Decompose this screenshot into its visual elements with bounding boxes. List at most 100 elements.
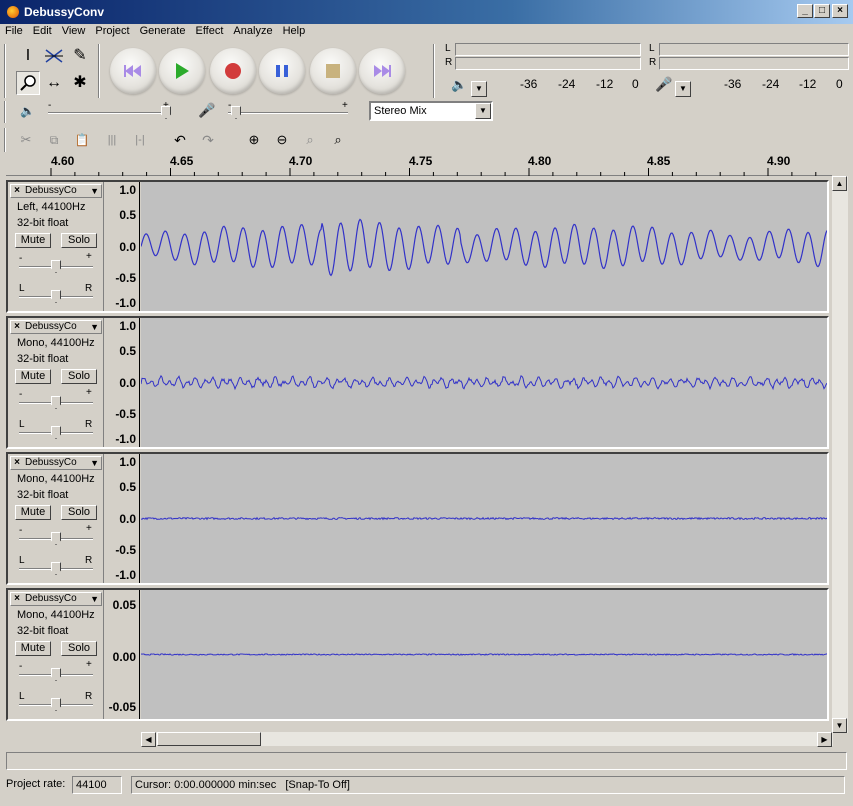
solo-button[interactable]: Solo xyxy=(61,369,97,384)
skip-to-start-button[interactable] xyxy=(110,48,156,94)
zoom-in-icon[interactable]: ⊕ xyxy=(242,128,266,152)
menu-help[interactable]: Help xyxy=(278,24,311,38)
record-button[interactable] xyxy=(210,48,256,94)
scroll-left-icon[interactable]: ◀ xyxy=(141,732,156,747)
fit-selection-icon[interactable]: ⌕ xyxy=(298,128,322,152)
mute-button[interactable]: Mute xyxy=(15,505,51,520)
input-scale-label: -24 xyxy=(762,77,780,91)
close-icon[interactable]: × xyxy=(11,185,23,197)
menu-view[interactable]: View xyxy=(57,24,91,38)
project-rate-field[interactable]: 44100 xyxy=(72,776,122,794)
play-button[interactable] xyxy=(159,48,205,94)
vertical-scrollbar[interactable]: ▲ ▼ xyxy=(832,176,848,733)
gain-min: - xyxy=(19,253,23,264)
minimize-button[interactable]: _ xyxy=(797,4,813,18)
waveform[interactable] xyxy=(141,182,827,311)
mute-button[interactable]: Mute xyxy=(15,369,51,384)
scroll-up-icon[interactable]: ▲ xyxy=(832,176,847,191)
output-meter-menu-button[interactable]: ▼ xyxy=(471,81,487,97)
waveform[interactable] xyxy=(141,318,827,447)
zoom-tool-icon[interactable] xyxy=(16,71,40,95)
output-volume-slider[interactable] xyxy=(161,106,171,119)
silence-icon[interactable]: |-| xyxy=(128,128,152,152)
track-name-button[interactable]: × DebussyCo ▼ xyxy=(10,592,102,606)
maximize-button[interactable]: □ xyxy=(814,4,830,18)
solo-button[interactable]: Solo xyxy=(61,641,97,656)
input-meter-left xyxy=(659,43,849,56)
skip-to-end-button[interactable] xyxy=(359,48,405,94)
pause-button[interactable] xyxy=(259,48,305,94)
gain-max: + xyxy=(86,523,92,534)
undo-icon[interactable]: ↶ xyxy=(168,128,192,152)
timeshift-tool-icon[interactable]: ↔ xyxy=(42,71,66,95)
pan-right: R xyxy=(85,691,93,702)
track-format: Mono, 44100Hz xyxy=(17,473,95,485)
menu-effect[interactable]: Effect xyxy=(190,24,228,38)
gain-slider[interactable] xyxy=(51,532,61,545)
mute-button[interactable]: Mute xyxy=(15,233,51,248)
track-menu-icon[interactable]: ▼ xyxy=(90,457,99,469)
menu-generate[interactable]: Generate xyxy=(135,24,191,38)
menu-file[interactable]: File xyxy=(0,24,28,38)
amp-label: -0.5 xyxy=(115,407,136,421)
gain-slider[interactable] xyxy=(51,668,61,681)
menu-edit[interactable]: Edit xyxy=(28,24,57,38)
envelope-tool-icon[interactable] xyxy=(42,44,66,68)
close-icon[interactable]: × xyxy=(11,593,23,605)
cut-icon[interactable]: ✂ xyxy=(14,128,38,152)
scroll-down-icon[interactable]: ▼ xyxy=(832,718,847,733)
pan-slider[interactable] xyxy=(51,426,61,439)
ruler-label: 4.70 xyxy=(289,154,313,168)
horizontal-scrollbar[interactable]: ◀ ▶ xyxy=(141,732,833,747)
gain-slider[interactable] xyxy=(51,260,61,273)
input-source-dropdown-icon[interactable]: ▼ xyxy=(475,103,491,119)
copy-icon[interactable]: ⧉ xyxy=(42,128,66,152)
timeline-ruler[interactable]: 4.60 4.65 4.70 4.75 4.80 4.85 4.90 xyxy=(6,154,832,176)
draw-tool-icon[interactable]: ✎ xyxy=(68,44,92,68)
track-name-button[interactable]: × DebussyCo ▼ xyxy=(10,456,102,470)
microphone-icon: 🎤 xyxy=(198,102,216,118)
selection-tool-icon[interactable]: I xyxy=(16,44,40,68)
track-menu-icon[interactable]: ▼ xyxy=(90,321,99,333)
pan-slider[interactable] xyxy=(51,698,61,711)
toolbar-grip xyxy=(4,44,6,98)
scroll-thumb[interactable] xyxy=(157,732,261,746)
track-menu-icon[interactable]: ▼ xyxy=(90,593,99,605)
stop-button[interactable] xyxy=(310,48,356,94)
toolbar-grip xyxy=(4,128,6,152)
slider-min-mark: - xyxy=(48,100,52,111)
paste-icon[interactable]: 📋 xyxy=(70,128,94,152)
gain-slider[interactable] xyxy=(51,396,61,409)
track-bitdepth: 32-bit float xyxy=(17,489,69,501)
output-scale-label: -36 xyxy=(520,77,538,91)
close-button[interactable]: × xyxy=(832,4,848,18)
input-volume-slider[interactable] xyxy=(231,106,241,119)
track-menu-icon[interactable]: ▼ xyxy=(90,185,99,197)
trim-icon[interactable]: ||| xyxy=(100,128,124,152)
zoom-out-icon[interactable]: ⊖ xyxy=(270,128,294,152)
waveform[interactable] xyxy=(141,454,827,583)
pan-slider[interactable] xyxy=(51,562,61,575)
fit-project-icon[interactable]: ⌕ xyxy=(326,128,350,152)
scroll-right-icon[interactable]: ▶ xyxy=(817,732,832,747)
output-scale-label: 0 xyxy=(632,77,639,91)
close-icon[interactable]: × xyxy=(11,321,23,333)
input-meter-menu-button[interactable]: ▼ xyxy=(675,81,691,97)
menu-analyze[interactable]: Analyze xyxy=(228,24,277,38)
solo-button[interactable]: Solo xyxy=(61,505,97,520)
multi-tool-icon[interactable]: ✱ xyxy=(68,71,92,95)
redo-icon[interactable]: ↷ xyxy=(196,128,220,152)
mute-button[interactable]: Mute xyxy=(15,641,51,656)
output-volume-icon: 🔈 xyxy=(20,104,35,118)
gain-max: + xyxy=(86,387,92,398)
output-meter-r-label: R xyxy=(445,57,453,68)
pan-slider[interactable] xyxy=(51,290,61,303)
skip-start-icon xyxy=(124,65,141,77)
track-name-button[interactable]: × DebussyCo ▼ xyxy=(10,184,102,198)
menu-project[interactable]: Project xyxy=(90,24,134,38)
track-name-button[interactable]: × DebussyCo ▼ xyxy=(10,320,102,334)
ruler-label: 4.80 xyxy=(528,154,552,168)
waveform[interactable] xyxy=(141,590,827,719)
close-icon[interactable]: × xyxy=(11,457,23,469)
solo-button[interactable]: Solo xyxy=(61,233,97,248)
